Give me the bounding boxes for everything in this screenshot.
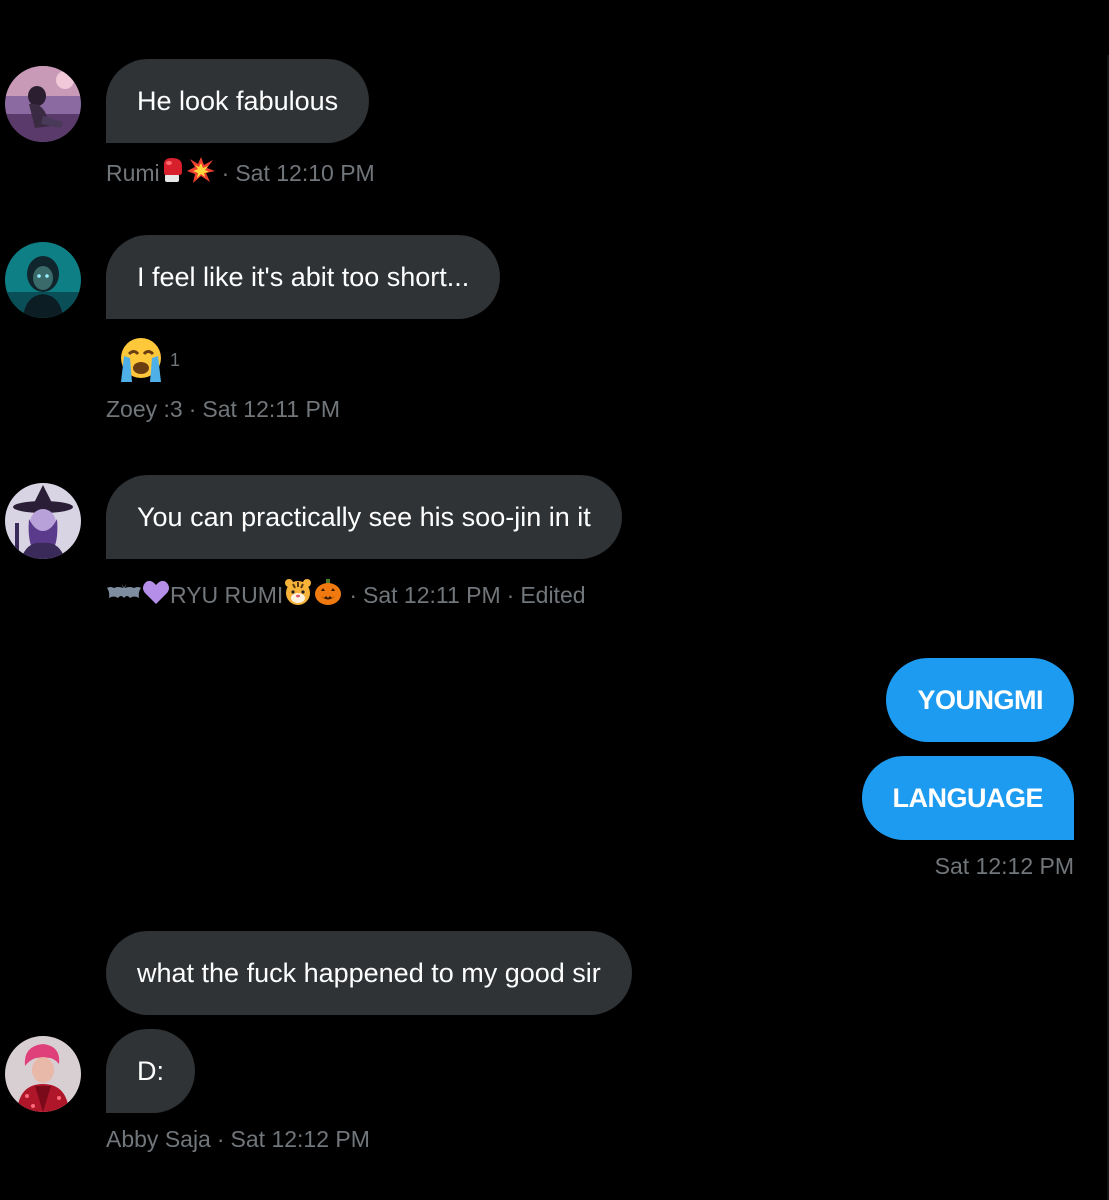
message-bubble[interactable]: I feel like it's abit too short... [106, 235, 501, 319]
message-text: You can practically see his soo-jin in i… [137, 502, 591, 532]
timestamp: Sat 12:12 PM [230, 1126, 370, 1152]
edited-label: Edited [520, 581, 586, 608]
message-text: I feel like it's abit too short... [137, 262, 470, 292]
message-text: YOUNGMI [917, 685, 1043, 715]
sender-name[interactable]: Abby Saja [106, 1126, 211, 1153]
message-text: what the fuck happened to my good sir [137, 958, 601, 988]
sender-name[interactable]: Rumi [106, 160, 160, 187]
loudly-crying-face-icon [116, 336, 166, 389]
message-meta: Zoey :3 · Sat 12:11 PM [106, 396, 341, 423]
message-bubble[interactable]: He look fabulous [106, 59, 370, 143]
message-meta: Sat 12:12 PM [935, 853, 1074, 880]
message-text: He look fabulous [137, 86, 339, 116]
avatar-ryu-rumi[interactable] [5, 483, 81, 559]
timestamp: Sat 12:11 PM [202, 396, 341, 422]
timestamp: Sat 12:10 PM [235, 159, 375, 186]
sender-name[interactable]: Zoey :3 [106, 396, 183, 423]
purple-heart-icon [142, 579, 170, 611]
avatar-rumi[interactable] [5, 66, 81, 142]
collision-icon [186, 156, 216, 190]
tiger-face-icon [283, 578, 313, 612]
message-meta: RYU RUMI · Sat 12:11 PM · Edited [106, 578, 586, 612]
reaction-pill[interactable]: 1 [116, 336, 180, 389]
sender-name[interactable]: RYU RUMI [170, 582, 283, 609]
avatar-zoey[interactable] [5, 242, 81, 318]
boxing-glove-icon [160, 156, 186, 190]
avatar-abby-saja[interactable] [5, 1036, 81, 1112]
timestamp: Sat 12:12 PM [934, 853, 1074, 879]
message-meta: Abby Saja · Sat 12:12 PM [106, 1126, 370, 1153]
message-bubble-sent[interactable]: YOUNGMI [886, 658, 1074, 742]
message-bubble[interactable]: D: [106, 1029, 195, 1113]
jack-o-lantern-icon [313, 578, 343, 612]
reaction-count: 1 [170, 350, 181, 370]
message-text: LANGUAGE [892, 783, 1044, 813]
timestamp: Sat 12:11 PM [362, 581, 501, 608]
message-bubble[interactable]: what the fuck happened to my good sir [106, 931, 632, 1015]
message-bubble[interactable]: You can practically see his soo-jin in i… [106, 475, 622, 559]
message-bubble-sent[interactable]: LANGUAGE [861, 756, 1074, 840]
message-text: D: [137, 1056, 164, 1086]
bat-icon [106, 580, 142, 610]
message-meta: Rumi · Sat 12:10 PM [106, 156, 375, 190]
